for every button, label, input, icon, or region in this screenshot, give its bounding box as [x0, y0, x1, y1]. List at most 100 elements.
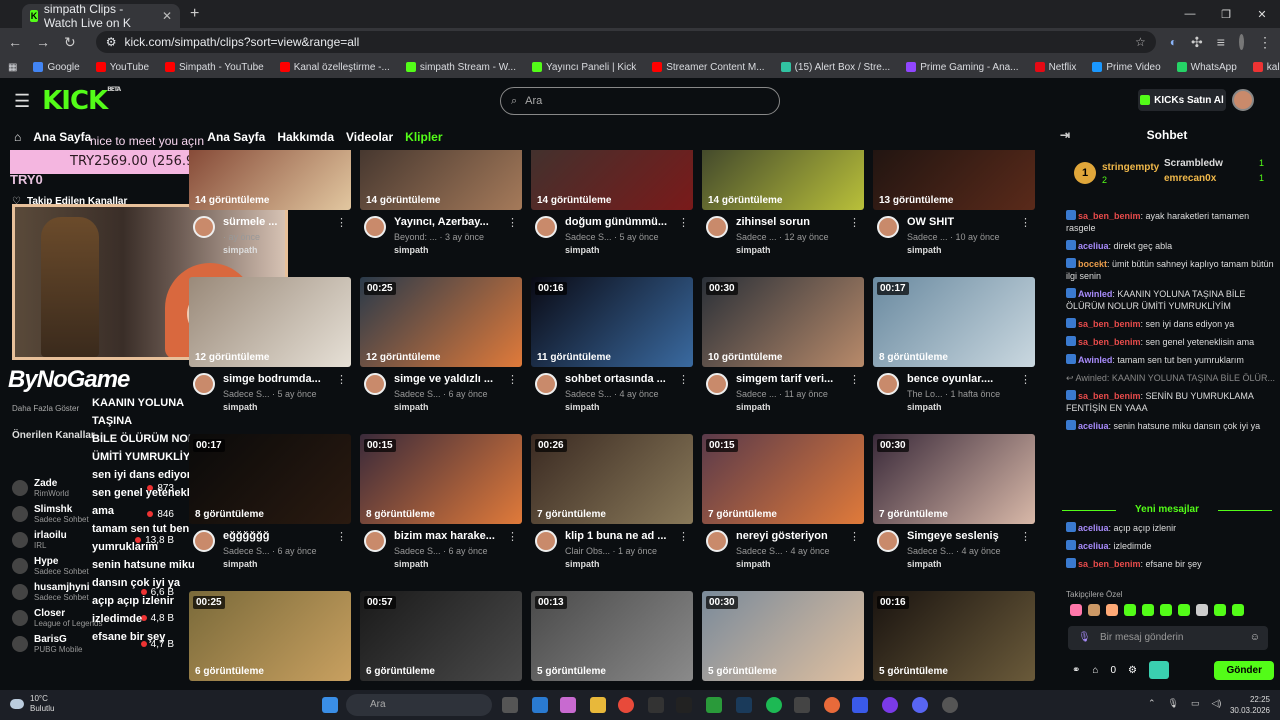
- clip-channel[interactable]: simpath: [907, 245, 942, 255]
- emote-icon[interactable]: [1178, 604, 1190, 616]
- clip-card[interactable]: 00:16 5 görüntüleme: [873, 591, 1035, 690]
- avatar[interactable]: [877, 216, 899, 238]
- clip-thumbnail[interactable]: 00:30 10 görüntüleme: [702, 277, 864, 367]
- clip-title[interactable]: bence oyunlar....: [907, 373, 1019, 385]
- clip-card[interactable]: 14 görüntüleme sürmele ... ⋮ · ay önce simp…: [189, 150, 351, 270]
- more-options-icon[interactable]: ⋮: [1020, 530, 1031, 543]
- leader-name[interactable]: emrecan0x: [1164, 173, 1216, 184]
- emote-icon[interactable]: [1232, 604, 1244, 616]
- bookmark-item[interactable]: simpath Stream - W...: [405, 62, 516, 73]
- menu-kebab-icon[interactable]: ⋮: [1258, 34, 1272, 51]
- apps-grid-icon[interactable]: ▦: [8, 62, 17, 73]
- more-options-icon[interactable]: ⋮: [336, 530, 347, 543]
- avatar[interactable]: [535, 216, 557, 238]
- extension-icon[interactable]: ◐: [1170, 35, 1177, 49]
- taskbar-search[interactable]: Ara: [346, 694, 492, 716]
- clip-title[interactable]: sohbet ortasında ...: [565, 373, 677, 385]
- bookmark-item[interactable]: Kanal özelleştirme -...: [279, 62, 390, 73]
- clip-title[interactable]: Yayıncı, Azerbay...: [394, 216, 506, 228]
- close-tab-icon[interactable]: ✕: [162, 9, 172, 23]
- clip-thumbnail[interactable]: 00:26 7 görüntüleme: [531, 434, 693, 524]
- leader-name[interactable]: Scrambledw: [1164, 158, 1223, 169]
- clip-card[interactable]: 00:57 6 görüntüleme: [360, 591, 522, 690]
- clip-channel[interactable]: simpath: [394, 402, 429, 412]
- clip-title[interactable]: klip 1 buna ne ad ...: [565, 530, 677, 542]
- edge-icon[interactable]: [532, 697, 548, 713]
- more-options-icon[interactable]: ⋮: [507, 530, 518, 543]
- file-explorer-icon[interactable]: [590, 697, 606, 713]
- blitz-icon[interactable]: [824, 697, 840, 713]
- clip-channel[interactable]: simpath: [223, 402, 258, 412]
- clip-card[interactable]: 00:26 7 görüntüleme klip 1 buna ne ad ... ⋮…: [531, 434, 693, 584]
- xbox-icon[interactable]: [706, 697, 722, 713]
- clip-thumbnail[interactable]: 00:13 5 görüntüleme: [531, 591, 693, 681]
- search-input[interactable]: ⌕ Ara: [500, 87, 780, 115]
- more-options-icon[interactable]: ⋮: [1020, 216, 1031, 229]
- app-icon[interactable]: [852, 697, 868, 713]
- clip-card[interactable]: 14 görüntüleme zihinsel sorun ⋮ Sadece ... …: [702, 150, 864, 270]
- bookmark-item[interactable]: (15) Alert Box / Stre...: [780, 62, 890, 73]
- avatar[interactable]: [364, 216, 386, 238]
- site-info-icon[interactable]: ⚙: [106, 35, 117, 49]
- obs-icon[interactable]: [942, 697, 958, 713]
- clip-thumbnail[interactable]: 14 görüntüleme: [360, 150, 522, 210]
- new-tab-button[interactable]: +: [190, 5, 199, 23]
- epic-games-icon[interactable]: [648, 697, 664, 713]
- clip-channel[interactable]: simpath: [394, 559, 429, 569]
- clip-title[interactable]: nereyi gösteriyon: [736, 530, 848, 542]
- browser-tab[interactable]: K simpath Clips - Watch Live on K ✕: [22, 2, 180, 30]
- avatar[interactable]: [706, 373, 728, 395]
- close-window-icon[interactable]: ✕: [1244, 8, 1280, 21]
- url-input[interactable]: ⚙ kick.com/simpath/clips?sort=view&range…: [95, 31, 1156, 53]
- clip-card[interactable]: 00:13 5 görüntüleme: [531, 591, 693, 690]
- clip-channel[interactable]: simpath: [223, 245, 258, 255]
- more-options-icon[interactable]: ⋮: [849, 216, 860, 229]
- collapse-chat-icon[interactable]: ⇥: [1060, 124, 1070, 146]
- clip-thumbnail[interactable]: 14 görüntüleme: [702, 150, 864, 210]
- restore-icon[interactable]: ❐: [1208, 8, 1244, 21]
- task-view-icon[interactable]: [502, 697, 518, 713]
- clip-card[interactable]: 00:30 5 görüntüleme: [702, 591, 864, 690]
- mic-tray-icon[interactable]: 🎙: [1168, 698, 1179, 709]
- chat-username[interactable]: bocekt: [1078, 259, 1107, 269]
- discord-icon[interactable]: [912, 697, 928, 713]
- avatar[interactable]: [535, 373, 557, 395]
- clip-thumbnail[interactable]: 13 görüntüleme: [873, 150, 1035, 210]
- avatar[interactable]: [193, 530, 215, 552]
- back-icon[interactable]: ←: [8, 34, 22, 50]
- clip-channel[interactable]: simpath: [736, 559, 771, 569]
- bookmark-item[interactable]: Prime Video: [1092, 62, 1161, 73]
- more-options-icon[interactable]: ⋮: [849, 530, 860, 543]
- avatar[interactable]: [706, 530, 728, 552]
- clip-card[interactable]: 12 görüntüleme simge bodrumda... ⋮ Sadece S…: [189, 277, 351, 427]
- emoji-icon[interactable]: ☺: [1250, 626, 1260, 650]
- clip-channel[interactable]: simpath: [907, 402, 942, 412]
- clip-title[interactable]: doğum günümmü...: [565, 216, 677, 228]
- tab-clips[interactable]: Klipler: [405, 130, 442, 144]
- clip-thumbnail[interactable]: 00:16 5 görüntüleme: [873, 591, 1035, 681]
- more-options-icon[interactable]: ⋮: [1020, 373, 1031, 386]
- emote-icon[interactable]: [1124, 604, 1136, 616]
- emote-icon[interactable]: [1088, 604, 1100, 616]
- clip-channel[interactable]: simpath: [565, 245, 600, 255]
- leader-name[interactable]: stringempty: [1102, 162, 1159, 173]
- volume-icon[interactable]: ◁): [1212, 698, 1222, 709]
- tab-home[interactable]: Ana Sayfa: [207, 130, 265, 144]
- more-options-icon[interactable]: ⋮: [336, 373, 347, 386]
- clip-title[interactable]: simgem tarif veri...: [736, 373, 848, 385]
- buy-kicks-button[interactable]: KICKs Satın Al: [1138, 89, 1226, 111]
- more-options-icon[interactable]: ⋮: [678, 373, 689, 386]
- clip-thumbnail[interactable]: 00:17 8 görüntüleme: [189, 434, 351, 524]
- chat-username[interactable]: aceliua: [1078, 523, 1109, 533]
- clip-card[interactable]: 13 görüntüleme OW SHIT ⋮ Sadece ... · 10 ay…: [873, 150, 1035, 270]
- extensions-puzzle-icon[interactable]: ✣: [1191, 34, 1203, 51]
- chat-username[interactable]: sa_ben_benim: [1078, 337, 1141, 347]
- clock[interactable]: 22:25 30.03.2026: [1230, 694, 1270, 716]
- clip-card[interactable]: 14 görüntüleme doğum günümmü... ⋮ Sadece S.…: [531, 150, 693, 270]
- emote-icon[interactable]: [1160, 604, 1172, 616]
- bookmark-item[interactable]: Google: [33, 62, 80, 73]
- more-options-icon[interactable]: ⋮: [678, 216, 689, 229]
- reload-icon[interactable]: ↻: [64, 34, 76, 51]
- copilot-icon[interactable]: [560, 697, 576, 713]
- more-options-icon[interactable]: ⋮: [678, 530, 689, 543]
